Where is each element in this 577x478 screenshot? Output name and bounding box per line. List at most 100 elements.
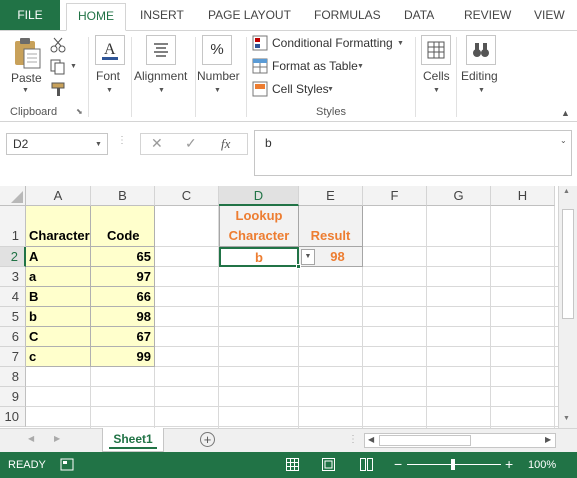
chevron-down-icon[interactable]: ▼ — [433, 87, 440, 94]
paste-label[interactable]: Paste — [11, 71, 42, 85]
column-header-c[interactable]: C — [155, 186, 219, 206]
cell-b1[interactable]: Code — [91, 206, 155, 247]
drag-handle-icon[interactable]: ⋮ — [117, 135, 127, 146]
column-header-e[interactable]: E — [299, 186, 363, 206]
chevron-down-icon[interactable]: ▼ — [70, 63, 77, 70]
cells-button[interactable] — [421, 35, 451, 65]
tab-insert[interactable]: INSERT — [140, 8, 184, 22]
row-header-2[interactable]: 2 — [0, 247, 26, 267]
next-sheet-icon[interactable]: ▶ — [54, 434, 60, 443]
alignment-button[interactable] — [146, 35, 176, 65]
previous-sheet-icon[interactable]: ◀ — [28, 434, 34, 443]
row-header-6[interactable]: 6 — [0, 327, 26, 347]
row-header-8[interactable]: 8 — [0, 367, 26, 387]
alignment-label[interactable]: Alignment — [134, 69, 187, 83]
format-painter-icon[interactable] — [50, 81, 68, 97]
cell-b2[interactable]: 65 — [91, 247, 155, 267]
vertical-scrollbar[interactable]: ▲ ▼ — [558, 186, 577, 428]
tab-home[interactable]: HOME — [66, 3, 126, 31]
font-button[interactable]: A — [95, 35, 125, 65]
add-sheet-icon[interactable]: + — [200, 432, 215, 447]
column-header-h[interactable]: H — [491, 186, 555, 206]
cell-e1[interactable]: Result — [299, 206, 363, 247]
tab-review[interactable]: REVIEW — [464, 8, 511, 22]
copy-icon[interactable] — [50, 59, 68, 75]
cell-a7[interactable]: c — [26, 347, 91, 367]
row-header-1[interactable]: 1 — [0, 206, 26, 247]
name-box[interactable]: D2 — [6, 133, 108, 155]
insert-function-icon[interactable]: fx — [221, 136, 230, 152]
row-header-7[interactable]: 7 — [0, 347, 26, 367]
chevron-down-icon[interactable]: ▼ — [397, 40, 404, 47]
conditional-formatting-button[interactable]: Conditional Formatting — [272, 36, 393, 50]
enter-icon[interactable]: ✓ — [185, 135, 197, 152]
page-layout-view-icon[interactable] — [322, 458, 335, 471]
row-header-5[interactable]: 5 — [0, 307, 26, 327]
zoom-out-icon[interactable]: − — [394, 457, 402, 471]
chevron-down-icon[interactable]: ▼ — [95, 141, 102, 148]
cell-b5[interactable]: 98 — [91, 307, 155, 327]
cell-a4[interactable]: B — [26, 287, 91, 307]
cell-a2[interactable]: A — [26, 247, 91, 267]
row-header-3[interactable]: 3 — [0, 267, 26, 287]
cell-a6[interactable]: C — [26, 327, 91, 347]
cells-label[interactable]: Cells — [423, 69, 450, 83]
split-handle-icon[interactable]: ⋮ — [348, 434, 358, 445]
cell-b3[interactable]: 97 — [91, 267, 155, 287]
cell-d2-selected[interactable]: b — [219, 247, 299, 267]
font-label[interactable]: Font — [96, 69, 120, 83]
tab-page-layout[interactable]: PAGE LAYOUT — [208, 8, 291, 22]
cancel-icon[interactable]: ✕ — [151, 135, 163, 152]
normal-view-icon[interactable] — [286, 458, 299, 471]
chevron-down-icon[interactable]: ▼ — [327, 86, 334, 93]
row-header-10[interactable]: 10 — [0, 407, 26, 427]
tab-view[interactable]: VIEW — [534, 8, 565, 22]
tab-formulas[interactable]: FORMULAS — [314, 8, 381, 22]
chevron-down-icon[interactable]: ▼ — [214, 87, 221, 94]
sheet-tab-sheet1[interactable]: Sheet1 — [102, 428, 164, 452]
column-header-a[interactable]: A — [26, 186, 91, 206]
tab-data[interactable]: DATA — [404, 8, 434, 22]
zoom-slider-thumb[interactable] — [451, 459, 455, 470]
scroll-down-icon[interactable]: ▼ — [563, 415, 570, 422]
cell-styles-button[interactable]: Cell Styles — [272, 82, 329, 96]
scroll-thumb[interactable] — [562, 209, 574, 319]
percent-icon[interactable]: % — [202, 35, 232, 65]
zoom-in-icon[interactable]: + — [505, 457, 513, 471]
formula-input[interactable]: b — [254, 130, 572, 176]
select-all-corner[interactable] — [0, 186, 26, 206]
editing-button[interactable] — [466, 35, 496, 65]
tab-file[interactable]: FILE — [0, 0, 60, 30]
row-header-4[interactable]: 4 — [0, 287, 26, 307]
zoom-level[interactable]: 100% — [528, 459, 556, 471]
cell-b4[interactable]: 66 — [91, 287, 155, 307]
dialog-launcher-icon[interactable]: ⬊ — [76, 107, 83, 116]
chevron-down-icon[interactable]: ▼ — [478, 87, 485, 94]
cell-b7[interactable]: 99 — [91, 347, 155, 367]
row-header-9[interactable]: 9 — [0, 387, 26, 407]
horizontal-scrollbar[interactable]: ◀ ▶ — [364, 433, 556, 448]
chevron-down-icon[interactable]: ▼ — [22, 87, 29, 94]
cell-d1[interactable]: Lookup Character — [219, 206, 299, 247]
column-header-b[interactable]: B — [91, 186, 155, 206]
expand-formula-icon[interactable]: ⌄ — [560, 136, 567, 145]
number-label[interactable]: Number — [197, 69, 240, 83]
scroll-left-icon[interactable]: ◀ — [368, 435, 374, 444]
column-header-d[interactable]: D — [219, 186, 299, 206]
chevron-down-icon[interactable]: ▼ — [357, 63, 364, 70]
chevron-down-icon[interactable]: ▼ — [158, 87, 165, 94]
horizontal-scroll-thumb[interactable] — [379, 435, 471, 446]
chevron-down-icon[interactable]: ▼ — [106, 87, 113, 94]
cell-b6[interactable]: 67 — [91, 327, 155, 347]
cell-a1[interactable]: Character — [26, 206, 91, 247]
scroll-right-icon[interactable]: ▶ — [545, 435, 551, 444]
scroll-up-icon[interactable]: ▲ — [563, 188, 570, 195]
format-as-table-button[interactable]: Format as Table — [272, 59, 358, 73]
cut-icon[interactable] — [50, 37, 66, 53]
column-header-f[interactable]: F — [363, 186, 427, 206]
cell-a3[interactable]: a — [26, 267, 91, 287]
page-break-preview-icon[interactable] — [360, 458, 373, 471]
collapse-ribbon-icon[interactable]: ▲ — [561, 108, 570, 118]
column-header-g[interactable]: G — [427, 186, 491, 206]
editing-label[interactable]: Editing — [461, 69, 498, 83]
